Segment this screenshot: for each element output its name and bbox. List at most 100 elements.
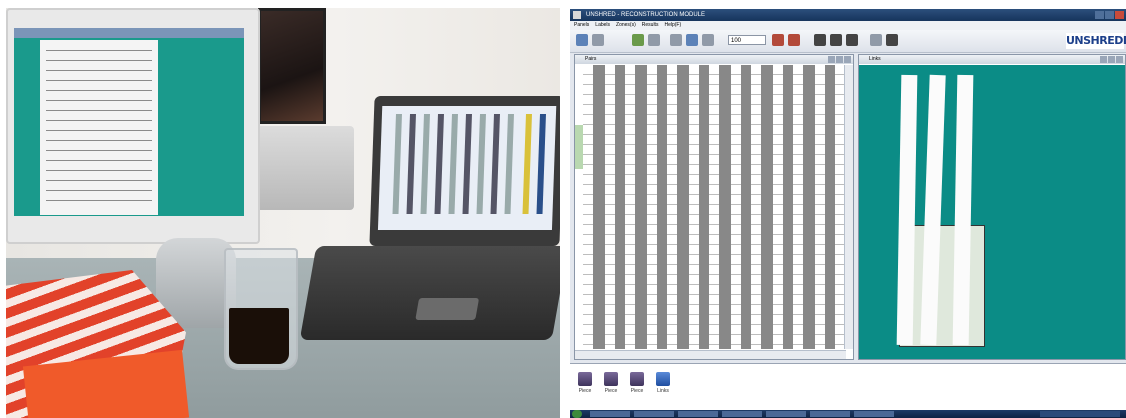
glass-mug	[224, 248, 298, 370]
shred-strip[interactable]	[773, 65, 783, 349]
strip-gap	[825, 65, 835, 349]
undo-icon[interactable]	[814, 34, 826, 46]
pairs-pane-header: Pairs	[575, 55, 853, 64]
framed-poster	[258, 8, 326, 124]
shred-strip[interactable]	[751, 65, 761, 349]
toolbar: 100 UNSHREDD	[570, 30, 1126, 53]
strip-gap	[657, 65, 667, 349]
shred-strip[interactable]	[605, 65, 615, 349]
piece-item[interactable]: Piece	[628, 372, 646, 398]
shred-strip[interactable]	[709, 65, 719, 349]
taskbar-item[interactable]	[590, 411, 630, 417]
links-item[interactable]: Links	[654, 372, 672, 398]
taskbar-item[interactable]	[634, 411, 674, 417]
taskbar-item[interactable]	[678, 411, 718, 417]
pane-minimize-button[interactable]	[828, 56, 835, 63]
shred-strip[interactable]	[625, 65, 635, 349]
links-pane-header: Links	[859, 55, 1125, 64]
touchpad	[415, 298, 480, 320]
start-button[interactable]	[572, 410, 582, 418]
printer	[254, 126, 354, 210]
coffee	[229, 308, 289, 364]
menu-labels[interactable]: Labels	[595, 21, 610, 30]
unshredd-logo: UNSHREDD	[1066, 33, 1126, 49]
shred-strip[interactable]	[689, 65, 699, 349]
zoom-out-icon[interactable]	[788, 34, 800, 46]
workstation-photo	[6, 8, 560, 418]
split-icon[interactable]	[870, 34, 882, 46]
strip-gap	[719, 65, 731, 349]
pane-close-button[interactable]	[844, 56, 851, 63]
strip-gap	[761, 65, 773, 349]
vertical-scrollbar[interactable]	[844, 65, 853, 349]
strip-gap	[803, 65, 815, 349]
app-window: UNSHRED - RECONSTRUCTION MODULE Panels L…	[570, 9, 1126, 418]
link-icon[interactable]	[846, 34, 858, 46]
pairs-pane-title: Pairs	[585, 56, 597, 62]
laptop-screen	[377, 106, 557, 230]
shred-strip[interactable]	[793, 65, 803, 349]
piece-item[interactable]: Piece	[576, 372, 594, 398]
piece-icon	[604, 372, 618, 386]
monitor-document	[40, 40, 158, 215]
assembly-canvas[interactable]	[859, 65, 1125, 359]
laptop	[369, 96, 560, 246]
pane-maximize-button[interactable]	[1108, 56, 1115, 63]
open-icon[interactable]	[576, 34, 588, 46]
links-pane: Links	[858, 54, 1126, 360]
menu-panels[interactable]: Panels	[574, 21, 589, 30]
zoom-in-icon[interactable]	[772, 34, 784, 46]
taskbar-item[interactable]	[854, 411, 894, 417]
strip-gap	[699, 65, 709, 349]
monitor-window-bar	[14, 28, 244, 38]
piece-icon	[630, 372, 644, 386]
window-title: UNSHRED - RECONSTRUCTION MODULE	[586, 12, 706, 18]
delete-icon[interactable]	[886, 34, 898, 46]
links-label: Links	[657, 388, 669, 394]
maximize-button[interactable]	[1105, 11, 1114, 19]
system-tray	[1040, 411, 1120, 417]
shred-strip[interactable]	[731, 65, 741, 349]
piece-label: Piece	[604, 388, 618, 394]
piece-label: Piece	[630, 388, 644, 394]
pane-close-button[interactable]	[1116, 56, 1123, 63]
menu-results[interactable]: Results	[642, 21, 659, 30]
desktop-monitor	[6, 8, 260, 244]
taskbar-item[interactable]	[810, 411, 850, 417]
strip-gap	[615, 65, 625, 349]
pane-minimize-button[interactable]	[1100, 56, 1107, 63]
check-icon[interactable]	[632, 34, 644, 46]
strip-canvas[interactable]	[575, 65, 846, 349]
rotate-icon[interactable]	[686, 34, 698, 46]
strip-gap	[783, 65, 793, 349]
zoom-fit-icon[interactable]	[702, 34, 714, 46]
strip-gap	[635, 65, 647, 349]
export-icon[interactable]	[648, 34, 660, 46]
close-button[interactable]	[1115, 11, 1124, 19]
save-icon[interactable]	[592, 34, 604, 46]
window-controls	[1095, 11, 1124, 19]
taskbar	[570, 410, 1126, 418]
app-icon	[573, 11, 581, 19]
piece-tray: Piece Piece Piece Links	[570, 363, 1126, 410]
menu-bar: Panels Labels Zones(s) Results Help(F)	[570, 21, 1126, 30]
menu-help[interactable]: Help(F)	[664, 21, 681, 30]
shred-strip[interactable]	[647, 65, 657, 349]
menu-zones[interactable]: Zones(s)	[616, 21, 636, 30]
redo-icon[interactable]	[830, 34, 842, 46]
taskbar-item[interactable]	[722, 411, 762, 417]
fit-icon[interactable]	[670, 34, 682, 46]
shred-strip[interactable]	[583, 65, 593, 349]
piece-label: Piece	[578, 388, 592, 394]
zoom-select[interactable]: 100	[728, 35, 766, 45]
links-pane-title: Links	[869, 56, 881, 62]
shred-strip[interactable]	[667, 65, 677, 349]
strip-gap	[741, 65, 751, 349]
pane-maximize-button[interactable]	[836, 56, 843, 63]
links-icon	[656, 372, 670, 386]
piece-item[interactable]: Piece	[602, 372, 620, 398]
shred-strip[interactable]	[815, 65, 825, 349]
minimize-button[interactable]	[1095, 11, 1104, 19]
taskbar-item[interactable]	[766, 411, 806, 417]
horizontal-scrollbar[interactable]	[575, 350, 846, 359]
